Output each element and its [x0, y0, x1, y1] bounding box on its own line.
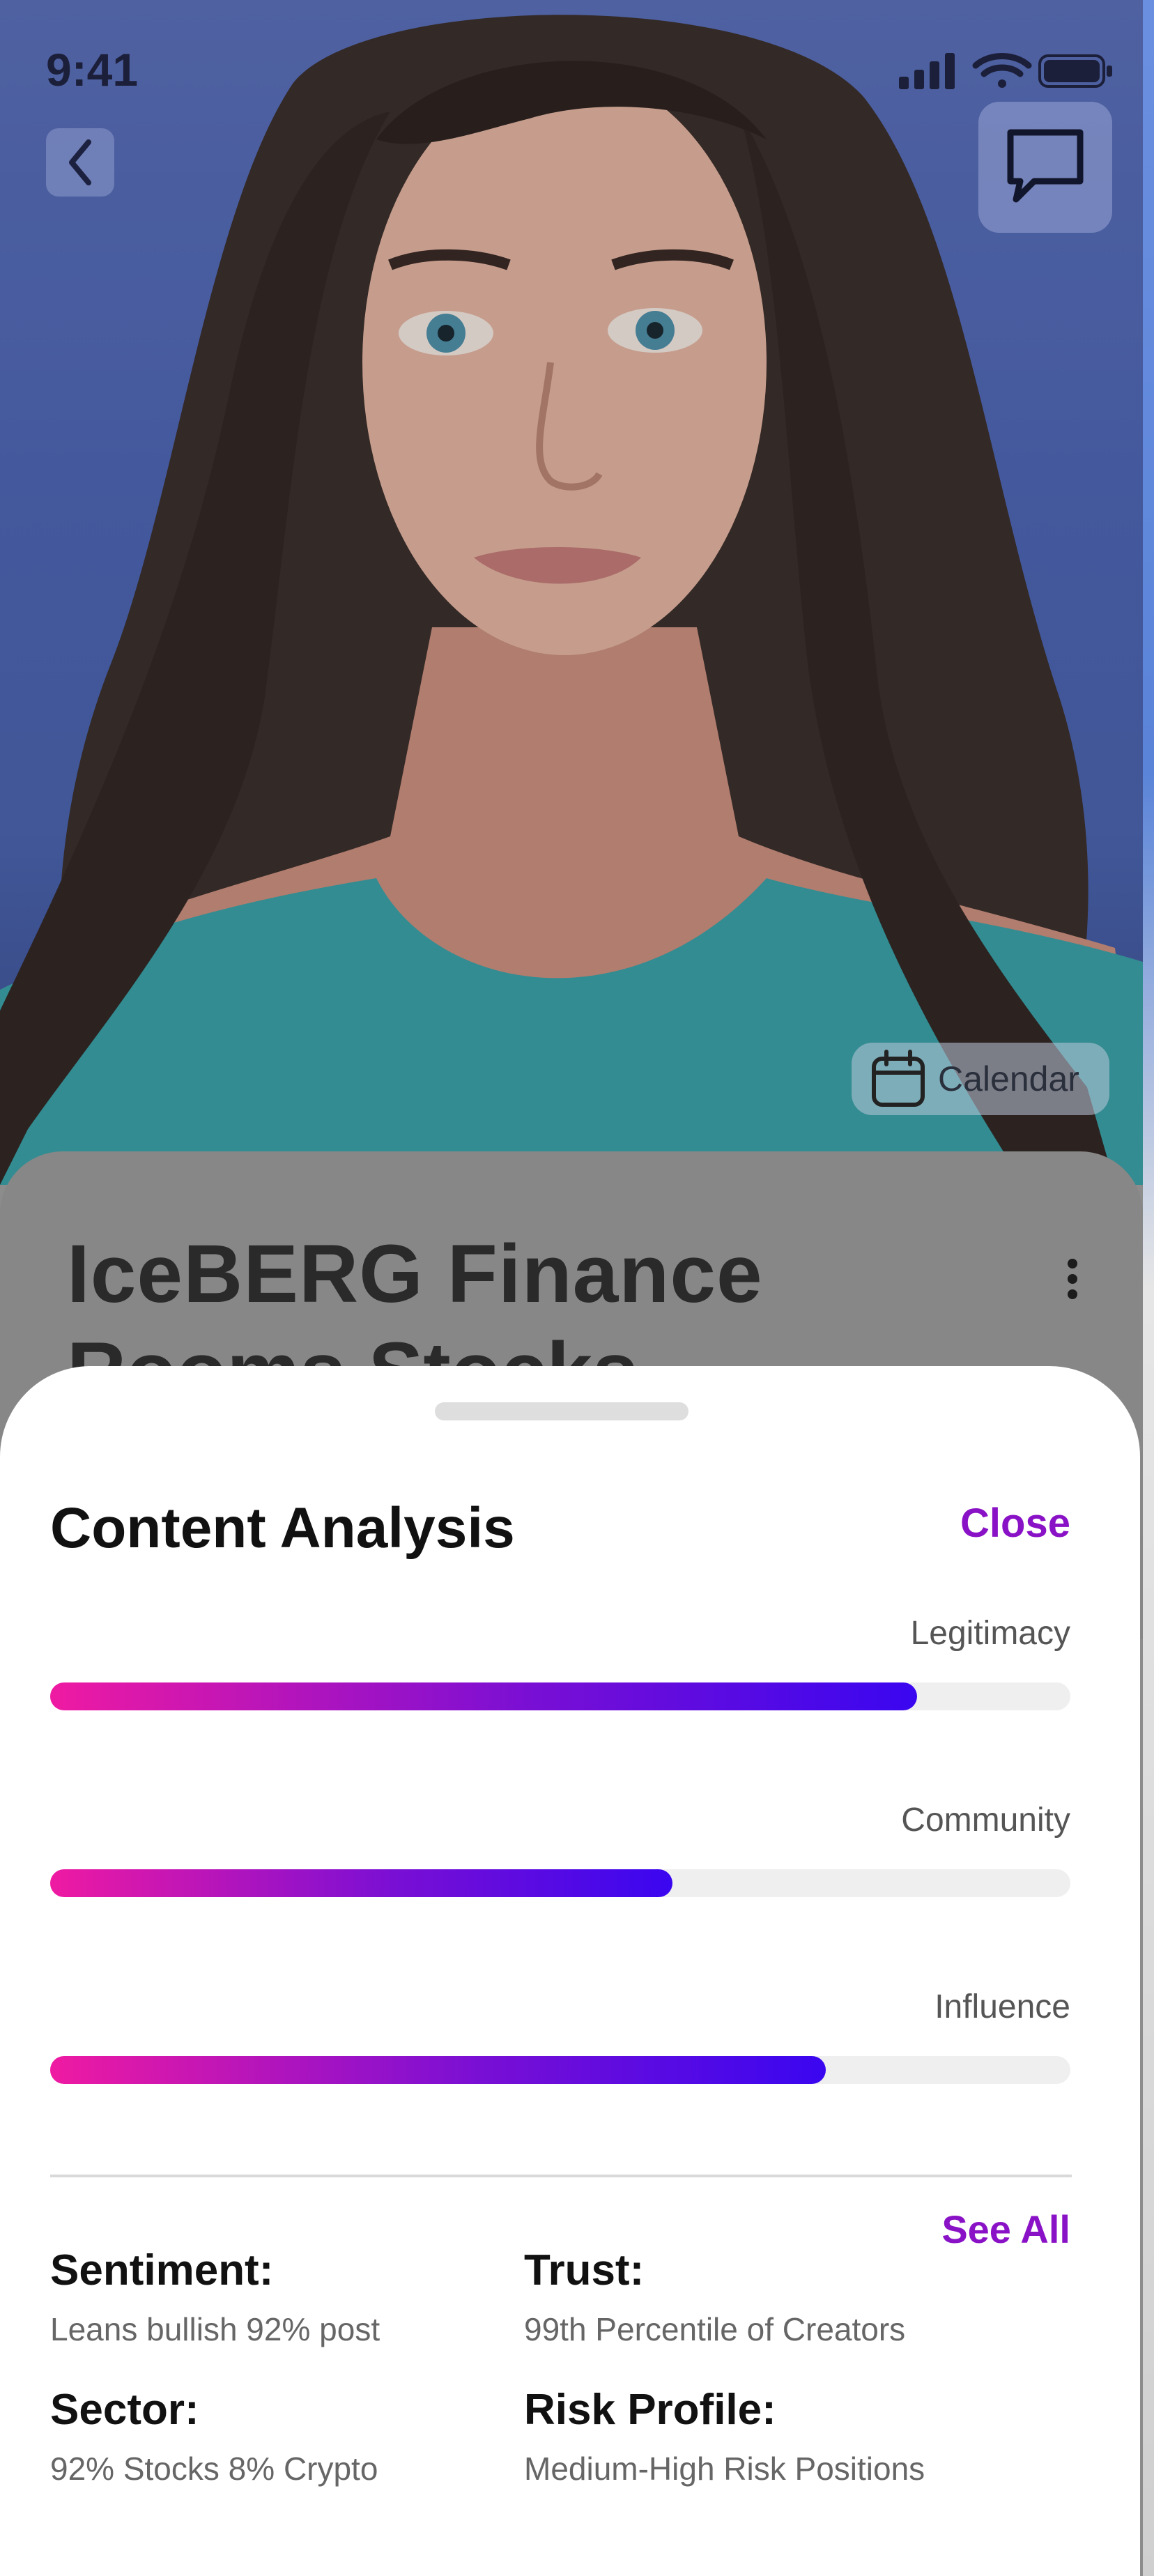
progress-track — [50, 1869, 1070, 1897]
back-button[interactable] — [46, 128, 114, 197]
status-icons — [899, 53, 1112, 89]
signal-icon — [899, 53, 955, 89]
detail-heading: Risk Profile: — [524, 2386, 776, 2434]
detail-value: Leans bullish 92% post — [50, 2311, 380, 2347]
progress-track — [50, 1682, 1070, 1710]
detail-heading: Sector: — [50, 2386, 199, 2434]
close-button[interactable]: Close — [960, 1500, 1070, 1547]
progress-fill — [50, 1869, 673, 1897]
see-all-button[interactable]: See All — [941, 2207, 1070, 2252]
calendar-button[interactable]: Calendar — [852, 1043, 1109, 1115]
metric-label: Community — [901, 1802, 1070, 1839]
divider — [50, 2175, 1072, 2177]
wifi-icon — [972, 53, 1032, 88]
calendar-icon — [872, 1050, 925, 1107]
sheet-handle[interactable] — [435, 1402, 688, 1420]
detail-value: Medium-High Risk Positions — [524, 2451, 925, 2487]
chat-button[interactable] — [978, 102, 1112, 233]
chat-bubble-icon — [1007, 129, 1084, 203]
status-time: 9:41 — [46, 44, 139, 95]
status-bar: 9:41 — [0, 0, 1143, 139]
detail-heading: Trust: — [524, 2246, 645, 2294]
detail-trust: Trust: 99th Percentile of Creators — [524, 2246, 905, 2348]
detail-value: 92% Stocks 8% Crypto — [50, 2451, 378, 2487]
detail-sector: Sector: 92% Stocks 8% Crypto — [50, 2385, 378, 2487]
progress-fill — [50, 2056, 826, 2084]
content-analysis-sheet: Content Analysis Close Legitimacy Commun… — [0, 1366, 1140, 2576]
sheet-title: Content Analysis — [50, 1496, 515, 1560]
metric-label: Influence — [934, 1988, 1070, 2025]
progress-track — [50, 2056, 1070, 2084]
detail-risk-profile: Risk Profile: Medium-High Risk Positions — [524, 2385, 925, 2487]
detail-sentiment: Sentiment: Leans bullish 92% post — [50, 2246, 380, 2348]
detail-value: 99th Percentile of Creators — [524, 2311, 906, 2347]
screen-edge — [1143, 0, 1154, 2576]
metric-label: Legitimacy — [910, 1615, 1070, 1652]
profile-title: IceBERG Finance — [67, 1228, 763, 1320]
progress-fill — [50, 1682, 918, 1710]
calendar-label: Calendar — [938, 1059, 1079, 1098]
battery-icon — [1038, 54, 1112, 88]
chevron-left-icon — [69, 139, 91, 185]
hero-portrait — [0, 0, 1143, 1185]
detail-heading: Sentiment: — [50, 2246, 274, 2294]
kebab-menu-icon[interactable] — [1062, 1259, 1083, 1301]
